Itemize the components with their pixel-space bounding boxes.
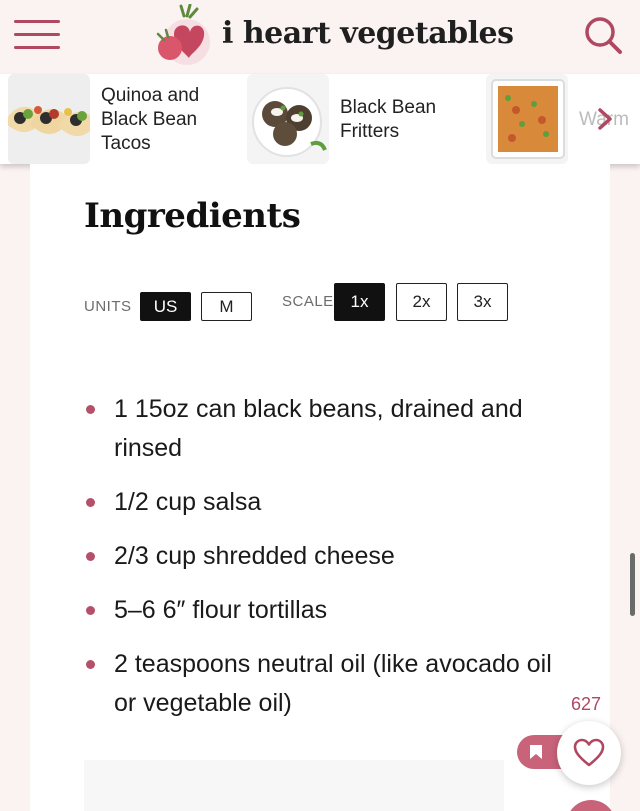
favorite-count: 627 — [571, 694, 602, 714]
units-metric-button[interactable]: M — [201, 292, 252, 321]
scale-2x-button[interactable]: 2x — [396, 283, 447, 321]
ingredient-text: 2/3 cup shredded cheese — [114, 542, 395, 570]
recipe-thumbnail — [486, 74, 568, 164]
carousel-card-title[interactable]: Quinoa and Black Bean Tacos — [101, 84, 241, 156]
units-label: UNITS — [84, 298, 132, 315]
ingredients-list: 1 15oz can black beans, drained and rins… — [84, 390, 564, 738]
ingredient-item: 2/3 cup shredded cheese — [84, 537, 564, 576]
ingredients-heading: Ingredients — [84, 196, 301, 236]
units-us-button[interactable]: US — [140, 292, 191, 321]
scale-1x-button[interactable]: 1x — [334, 283, 385, 321]
ingredient-item: 5–6 6″ flour tortillas — [84, 591, 564, 630]
bullet-icon — [86, 660, 95, 669]
ingredient-text: 2 teaspoons neutral oil (like avocado oi… — [114, 650, 552, 717]
carousel-card[interactable]: Black Bean Fritters — [247, 74, 479, 164]
carousel-card[interactable]: Quinoa and Black Bean Tacos — [8, 74, 240, 164]
ingredient-text: 1 15oz can black beans, drained and rins… — [114, 395, 523, 462]
carousel-card-title[interactable]: Black Bean Fritters — [340, 96, 480, 144]
related-recipes-carousel: Quinoa and Black Bean Tacos Black Bean F… — [0, 74, 640, 164]
search-icon[interactable] — [582, 14, 624, 56]
ingredient-text: 1/2 cup salsa — [114, 488, 262, 516]
chevron-right-icon[interactable] — [594, 108, 616, 130]
site-header: i heart vegetables — [0, 0, 640, 74]
favorite-button[interactable] — [557, 721, 621, 785]
ingredient-text: 5–6 6″ flour tortillas — [114, 596, 328, 624]
bullet-icon — [86, 498, 95, 507]
ingredient-item: 1/2 cup salsa — [84, 483, 564, 522]
site-logo-text[interactable]: i heart vegetables — [222, 16, 514, 51]
ingredient-item: 1 15oz can black beans, drained and rins… — [84, 390, 564, 468]
bullet-icon — [86, 552, 95, 561]
bookmark-icon — [530, 745, 542, 759]
bullet-icon — [86, 606, 95, 615]
scale-label: SCALE — [282, 293, 334, 310]
carousel-card[interactable]: Warm — [486, 74, 640, 164]
hamburger-icon[interactable] — [14, 20, 60, 50]
heart-icon — [573, 738, 605, 767]
page-scrollbar[interactable] — [630, 553, 635, 616]
ingredient-item: 2 teaspoons neutral oil (like avocado oi… — [84, 645, 564, 723]
logo-icon[interactable] — [154, 4, 212, 70]
content-placeholder — [84, 760, 504, 811]
bullet-icon — [86, 405, 95, 414]
recipe-thumbnail — [247, 74, 329, 164]
recipe-thumbnail — [8, 74, 90, 164]
scale-3x-button[interactable]: 3x — [457, 283, 508, 321]
